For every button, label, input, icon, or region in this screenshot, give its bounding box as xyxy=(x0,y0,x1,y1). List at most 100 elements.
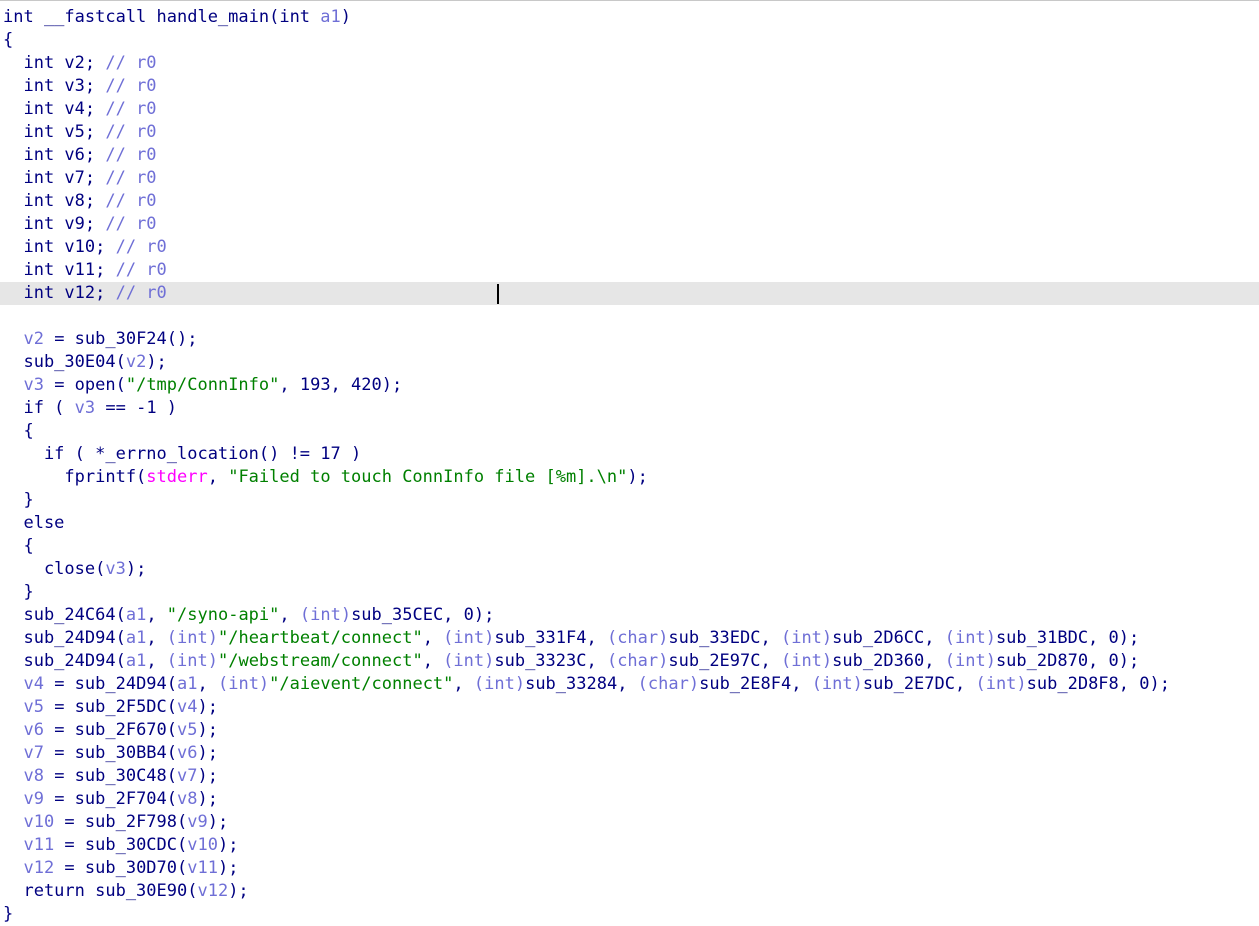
code-token: v4 xyxy=(3,674,44,694)
code-token: sub_24D94( xyxy=(3,628,126,648)
code-token: ); xyxy=(125,559,147,579)
code-token: v12 xyxy=(197,881,229,901)
code-line[interactable]: } xyxy=(0,489,1259,512)
code-token: (int) xyxy=(443,628,495,648)
code-line[interactable] xyxy=(0,305,1259,328)
code-line[interactable]: if ( *_errno_location() != 17 ) xyxy=(0,443,1259,466)
code-line[interactable]: int v7; // r0 xyxy=(0,167,1259,190)
code-token: , xyxy=(207,467,229,487)
code-line[interactable]: int v9; // r0 xyxy=(0,213,1259,236)
code-line[interactable]: v3 = open("/tmp/ConnInfo", 193, 420); xyxy=(0,374,1259,397)
code-token: (int) xyxy=(443,651,495,671)
code-line[interactable]: int v12; // r0 xyxy=(0,282,1259,305)
code-token: stderr xyxy=(146,467,208,487)
code-token: , xyxy=(146,651,167,671)
code-token: v7 xyxy=(3,743,44,763)
code-token: fprintf( xyxy=(3,467,147,487)
code-token: sub_30E04( xyxy=(3,352,126,372)
code-token: ); xyxy=(217,835,239,855)
code-token: sub_2D8F8, 0); xyxy=(1026,674,1170,694)
code-token: // r0 xyxy=(115,260,167,280)
code-token: , xyxy=(279,605,300,625)
code-line[interactable]: if ( v3 == -1 ) xyxy=(0,397,1259,420)
code-token: // r0 xyxy=(115,283,167,303)
code-token: // r0 xyxy=(105,168,157,188)
code-token: "/tmp/ConnInfo" xyxy=(125,375,280,395)
code-line[interactable]: } xyxy=(0,581,1259,604)
code-token: == -1 ) xyxy=(95,398,178,418)
code-line[interactable]: int v2; // r0 xyxy=(0,52,1259,75)
code-token: a1 xyxy=(125,605,147,625)
code-token: a1 xyxy=(125,651,147,671)
code-token: { xyxy=(3,421,34,441)
code-line[interactable]: return sub_30E90(v12); xyxy=(0,880,1259,903)
code-token: = sub_2F704( xyxy=(43,789,178,809)
code-line[interactable]: int v8; // r0 xyxy=(0,190,1259,213)
code-line[interactable]: v9 = sub_2F704(v8); xyxy=(0,788,1259,811)
code-lines: int __fastcall handle_main(int a1){ int … xyxy=(0,6,1259,926)
code-token: (int) xyxy=(944,628,996,648)
code-token: int v4; xyxy=(3,99,106,119)
code-token: ); xyxy=(197,697,218,717)
code-token: // r0 xyxy=(105,53,157,73)
code-line[interactable]: v8 = sub_30C48(v7); xyxy=(0,765,1259,788)
code-token: sub_3323C, xyxy=(494,651,607,671)
code-token: , xyxy=(422,628,444,648)
code-line[interactable]: fprintf(stderr, "Failed to touch ConnInf… xyxy=(0,466,1259,489)
code-token: if ( *_errno_location() != 17 ) xyxy=(3,444,362,464)
code-line[interactable]: sub_30E04(v2); xyxy=(0,351,1259,374)
code-token: // r0 xyxy=(105,76,157,96)
code-line[interactable]: else xyxy=(0,512,1259,535)
code-line[interactable]: { xyxy=(0,420,1259,443)
code-token: sub_2D870, 0); xyxy=(995,651,1140,671)
code-line[interactable]: v10 = sub_2F798(v9); xyxy=(0,811,1259,834)
code-token: int v5; xyxy=(3,122,106,142)
code-line[interactable]: sub_24D94(a1, (int) "/webstream/connect",… xyxy=(0,650,1259,673)
code-token: (int) xyxy=(975,674,1027,694)
code-token: (char) xyxy=(606,628,669,648)
code-token: v7 xyxy=(177,766,198,786)
code-token: = sub_24D94( xyxy=(43,674,178,694)
code-line[interactable]: v6 = sub_2F670(v5); xyxy=(0,719,1259,742)
code-token: (int) xyxy=(166,628,218,648)
code-token: v12 xyxy=(3,858,55,878)
code-line[interactable]: { xyxy=(0,535,1259,558)
code-token: a1 xyxy=(320,7,341,27)
pseudocode-view[interactable]: int __fastcall handle_main(int a1){ int … xyxy=(0,0,1259,926)
code-line[interactable]: int v4; // r0 xyxy=(0,98,1259,121)
code-token: = open( xyxy=(43,375,126,395)
code-token: v9 xyxy=(187,812,208,832)
code-token: "/webstream/connect" xyxy=(217,651,423,671)
code-line[interactable]: v12 = sub_30D70(v11); xyxy=(0,857,1259,880)
code-token: "/heartbeat/connect" xyxy=(217,628,423,648)
code-token: , xyxy=(422,651,444,671)
code-line[interactable]: int v11; // r0 xyxy=(0,259,1259,282)
code-line[interactable]: } xyxy=(0,903,1259,926)
code-token: sub_2D6CC, xyxy=(832,628,945,648)
code-line[interactable]: int v10; // r0 xyxy=(0,236,1259,259)
code-line[interactable]: int __fastcall handle_main(int a1) xyxy=(0,6,1259,29)
code-token: v10 xyxy=(3,812,55,832)
code-line[interactable]: v2 = sub_30F24(); xyxy=(0,328,1259,351)
code-line[interactable]: int v3; // r0 xyxy=(0,75,1259,98)
code-line[interactable]: sub_24C64(a1, "/syno-api", (int)sub_35CE… xyxy=(0,604,1259,627)
code-line[interactable]: int v6; // r0 xyxy=(0,144,1259,167)
code-token: v5 xyxy=(177,720,198,740)
code-line[interactable]: v7 = sub_30BB4(v6); xyxy=(0,742,1259,765)
code-line[interactable]: int v5; // r0 xyxy=(0,121,1259,144)
code-token: // r0 xyxy=(105,145,157,165)
code-line[interactable]: v11 = sub_30CDC(v10); xyxy=(0,834,1259,857)
code-token: else xyxy=(3,513,65,533)
code-token: sub_24D94( xyxy=(3,651,126,671)
code-token: ); xyxy=(627,467,648,487)
code-line[interactable]: close(v3); xyxy=(0,558,1259,581)
code-line[interactable]: { xyxy=(0,29,1259,52)
code-token: int v3; xyxy=(3,76,106,96)
code-token: ) xyxy=(340,7,352,27)
code-token: v4 xyxy=(177,697,198,717)
code-line[interactable]: v5 = sub_2F5DC(v4); xyxy=(0,696,1259,719)
code-token: = sub_2F670( xyxy=(43,720,178,740)
code-line[interactable]: v4 = sub_24D94(a1, (int)"/aievent/connec… xyxy=(0,673,1259,696)
code-token: } xyxy=(3,904,14,924)
code-line[interactable]: sub_24D94(a1, (int)"/heartbeat/connect",… xyxy=(0,627,1259,650)
